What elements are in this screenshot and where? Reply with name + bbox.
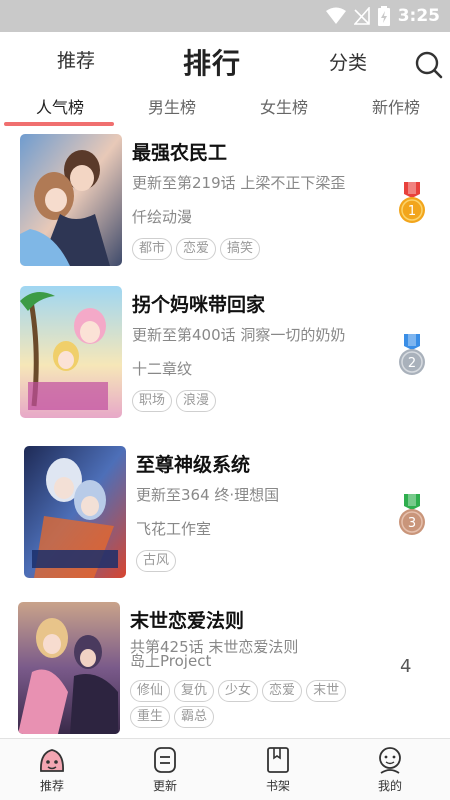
comic-cover[interactable] [20,286,122,418]
tag[interactable]: 恋爱 [176,238,217,260]
clock: 3:25 [397,6,440,26]
comic-title[interactable]: 拐个妈咪带回家 [132,290,265,317]
comic-author: 仟绘动漫 [132,208,193,226]
tab-category[interactable]: 分类 [329,48,367,75]
tab-rank[interactable]: 排行 [183,42,241,82]
comic-author: 十二章纹 [132,360,193,378]
top-nav: 推荐 排行 分类 [0,32,450,90]
ranking-subtabs: 人气榜 男生榜 女生榜 新作榜 [0,90,450,126]
tag[interactable]: 浪漫 [176,390,217,412]
tag[interactable]: 霸总 [174,706,215,728]
bookshelf-icon [267,747,289,773]
tag[interactable]: 末世 [306,680,347,702]
bottom-tab-label: 更新 [152,779,177,793]
silver-medal-icon: 2 [399,334,425,375]
bottom-tab-label: 书架 [265,779,290,793]
comic-title[interactable]: 至尊神级系统 [136,450,250,477]
gold-medal-icon: 1 [399,182,425,223]
search-icon[interactable] [414,50,444,80]
subtab-new[interactable]: 新作榜 [372,94,420,118]
bottom-tab-label: 推荐 [39,779,64,793]
subtab-popular[interactable]: 人气榜 [36,94,84,118]
tag[interactable]: 复仇 [174,680,215,702]
bottom-tab-recommend[interactable]: 推荐 [22,745,82,794]
list-item[interactable]: 拐个妈咪带回家 更新至第400话 洞察一切的奶奶 十二章纹 职场 浪漫 2 [0,278,450,428]
list-item[interactable]: 末世恋爱法则 共第425话 末世恋爱法则 岛上Project 修仙 复仇 少女 … [0,594,450,738]
latest-chapter: 更新至364 终·理想国 [136,486,280,504]
tag-list: 修仙 复仇 少女 恋爱 末世 重生 霸总 [130,680,366,728]
bottom-tab-label: 我的 [377,779,402,793]
tag-list: 都市 恋爱 搞笑 [132,238,372,260]
tag[interactable]: 少女 [218,680,259,702]
rank-number: 4 [400,656,412,677]
wifi-icon [325,7,346,24]
medal-number: 2 [408,356,416,371]
medal-number: 1 [408,204,416,219]
no-signal-icon [353,7,370,25]
bottom-tab-update[interactable]: 更新 [135,745,195,794]
comic-title[interactable]: 最强农民工 [132,138,227,165]
tag[interactable]: 修仙 [130,680,171,702]
recommend-icon [40,749,64,772]
subtab-male[interactable]: 男生榜 [148,94,196,118]
comic-cover[interactable] [18,602,120,734]
ranking-list: 最强农民工 更新至第219话 上梁不正下梁歪 仟绘动漫 都市 恋爱 搞笑 1 拐… [0,126,450,738]
comic-cover[interactable] [24,446,126,578]
tag-list: 古风 [136,550,376,572]
tag[interactable]: 搞笑 [220,238,261,260]
tag-list: 职场 浪漫 [132,390,372,412]
latest-chapter: 更新至第219话 上梁不正下梁歪 [132,174,346,192]
status-bar: 3:25 [0,0,450,32]
list-item[interactable]: 至尊神级系统 更新至364 终·理想国 飞花工作室 古风 3 [0,438,450,588]
comic-author: 岛上Project [130,652,212,670]
tag[interactable]: 职场 [132,390,173,412]
status-icons: 3:25 [325,6,440,26]
bottom-nav: 推荐 更新 书架 我的 [0,738,450,800]
latest-chapter: 更新至第400话 洞察一切的奶奶 [132,326,346,344]
bottom-tab-bookshelf[interactable]: 书架 [248,745,308,794]
comic-cover[interactable] [20,134,122,266]
bronze-medal-icon: 3 [399,494,425,535]
tag[interactable]: 恋爱 [262,680,303,702]
tag[interactable]: 都市 [132,238,173,260]
tag[interactable]: 重生 [130,706,171,728]
list-item[interactable]: 最强农民工 更新至第219话 上梁不正下梁歪 仟绘动漫 都市 恋爱 搞笑 1 [0,126,450,276]
update-icon [154,747,176,773]
profile-icon [379,747,401,774]
medal-number: 3 [408,516,416,531]
comic-author: 飞花工作室 [136,520,212,538]
battery-icon [377,6,390,26]
bottom-tab-profile[interactable]: 我的 [360,745,420,794]
subtab-female[interactable]: 女生榜 [260,94,308,118]
tab-recommend[interactable]: 推荐 [57,46,95,73]
tag[interactable]: 古风 [136,550,177,572]
comic-title[interactable]: 末世恋爱法则 [130,606,244,633]
